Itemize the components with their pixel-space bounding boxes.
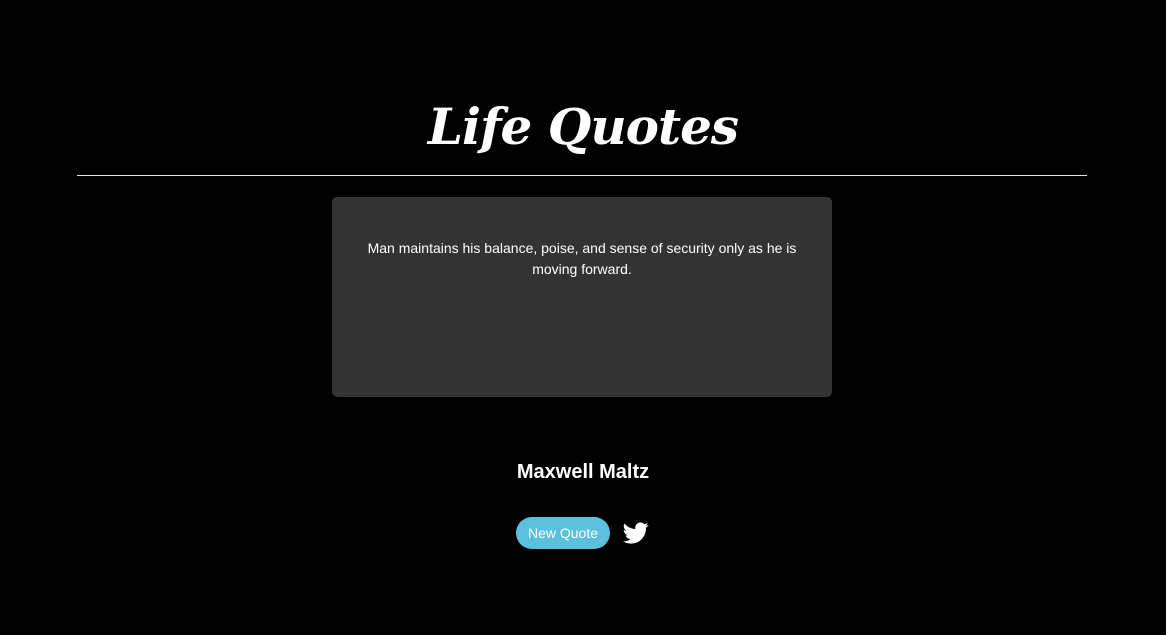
quote-text: Man maintains his balance, poise, and se… <box>367 240 797 277</box>
twitter-bird-icon <box>623 522 649 544</box>
title-divider <box>77 175 1087 176</box>
quote-card <box>332 197 832 397</box>
quote-author: Maxwell Maltz <box>516 461 650 483</box>
tweet-button[interactable] <box>623 520 649 546</box>
page-title: Life Quotes <box>427 97 739 156</box>
new-quote-button[interactable]: New Quote <box>516 517 610 549</box>
